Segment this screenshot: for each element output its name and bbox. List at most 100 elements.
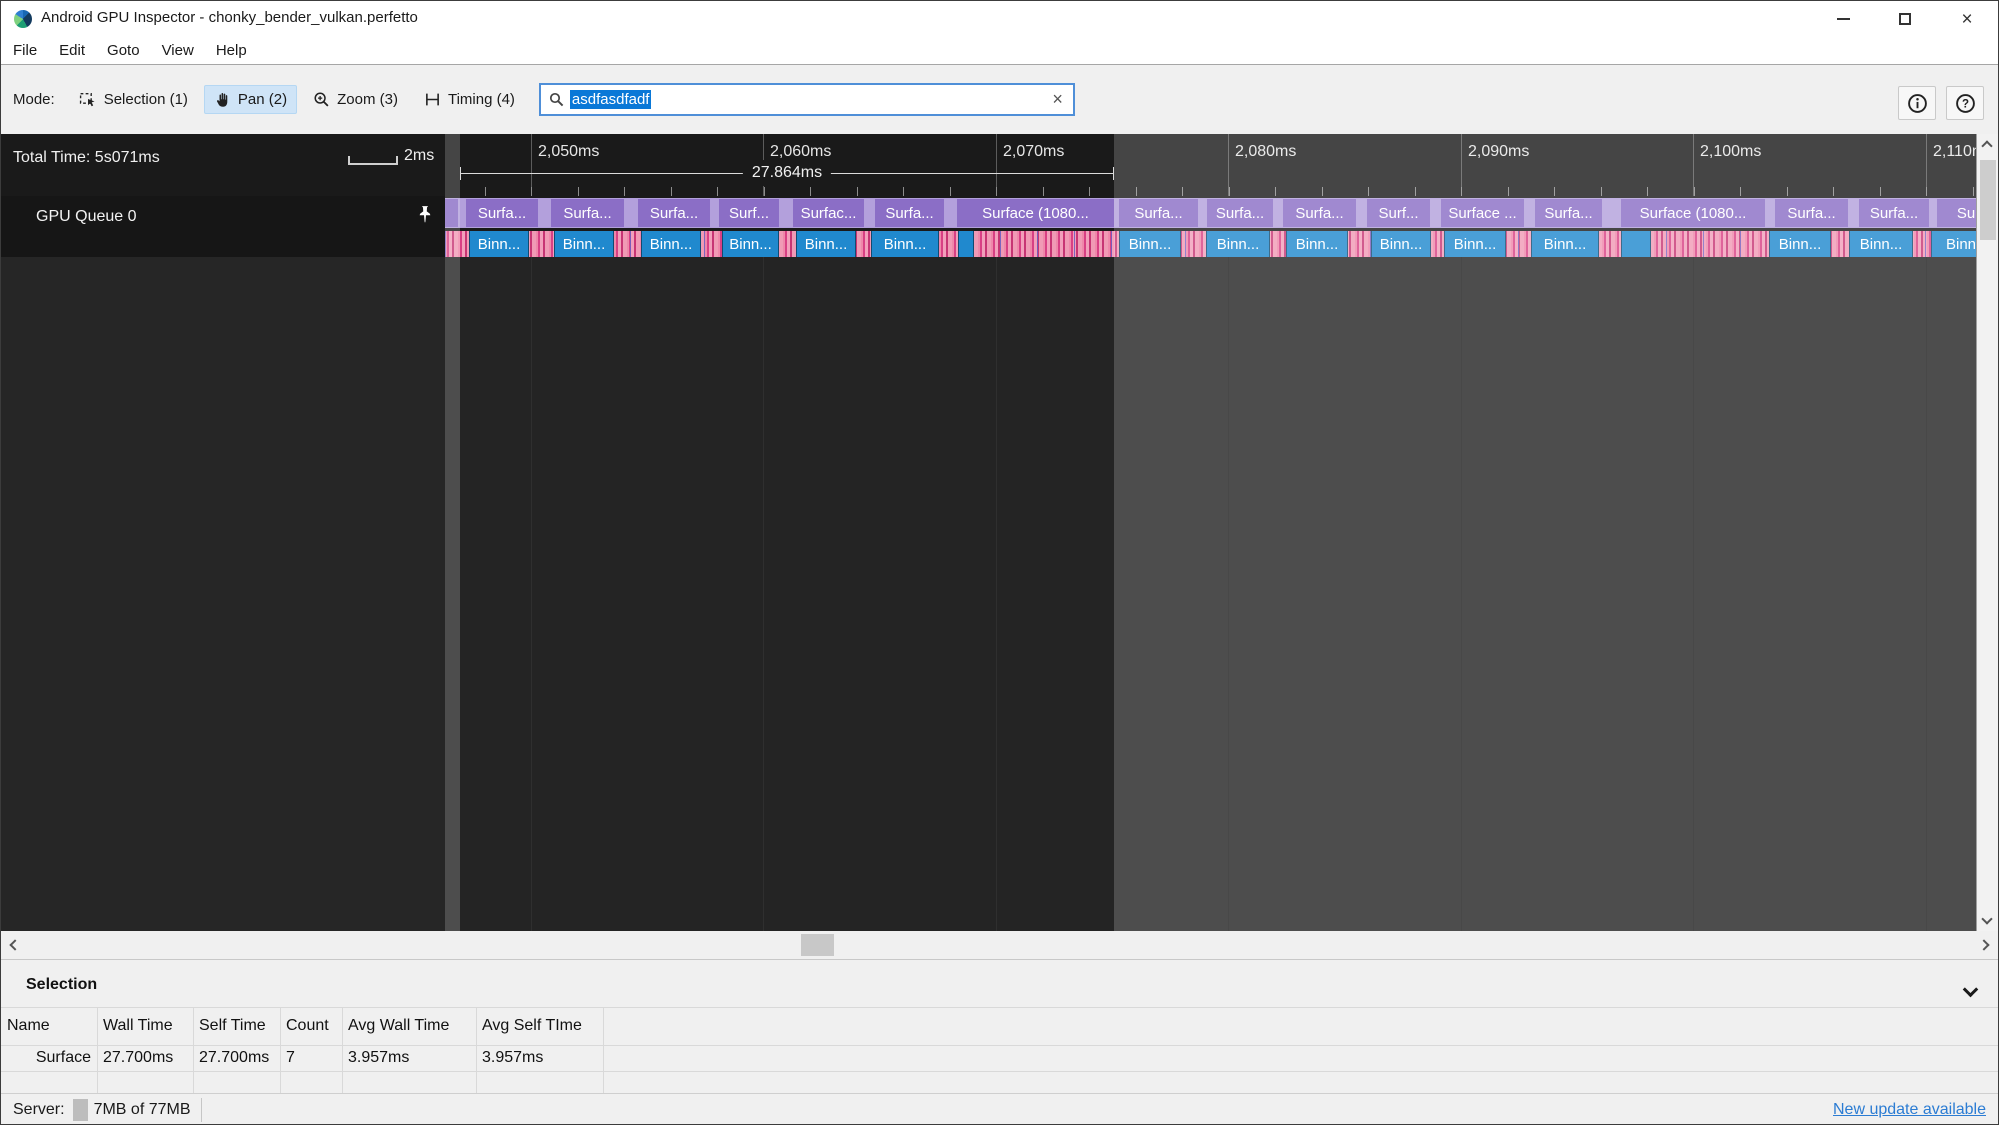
clear-search-icon[interactable]: ×: [1052, 89, 1063, 110]
collapse-panel-icon[interactable]: [1963, 982, 1979, 998]
menu-item-help[interactable]: Help: [216, 42, 247, 59]
scroll-up-icon[interactable]: [1981, 140, 1992, 151]
binning-slice[interactable]: Binn...: [1371, 231, 1431, 257]
binning-slice[interactable]: [1621, 231, 1651, 257]
surface-slice[interactable]: Surface ...: [1441, 199, 1524, 227]
binning-slice[interactable]: Binn...: [1531, 231, 1599, 257]
binning-slice[interactable]: Binn...: [1444, 231, 1506, 257]
surface-slice[interactable]: Surf...: [719, 199, 779, 227]
mode-button-zoom[interactable]: Zoom (3): [303, 85, 408, 114]
app-window: Android GPU Inspector - chonky_bender_vu…: [0, 0, 1999, 1125]
scroll-down-icon[interactable]: [1981, 913, 1992, 924]
surface-slice[interactable]: Surfa...: [638, 199, 710, 227]
table-cell: 27.700ms: [103, 1049, 173, 1067]
ruler-tick-label: 2,050ms: [538, 143, 599, 161]
content-gridline: [1228, 257, 1229, 931]
surface-slice[interactable]: Surfa...: [1207, 199, 1273, 227]
measurement-cap: [460, 167, 461, 180]
content-gridline: [1461, 257, 1462, 931]
surface-slice[interactable]: Surf...: [1367, 199, 1430, 227]
menu-item-goto[interactable]: Goto: [107, 42, 140, 59]
minimize-button[interactable]: [1812, 1, 1874, 37]
maximize-button[interactable]: [1874, 1, 1936, 37]
menu-item-file[interactable]: File: [13, 42, 37, 59]
column-header: Wall Time: [103, 1017, 173, 1035]
minor-tick: [1043, 187, 1044, 196]
surface-slice[interactable]: Surfac...: [793, 199, 864, 227]
binning-slice[interactable]: Binn...: [796, 231, 856, 257]
scroll-left-icon[interactable]: [9, 939, 20, 950]
close-button[interactable]: ×: [1936, 1, 1998, 37]
mode-button-selection[interactable]: Selection (1): [69, 85, 198, 115]
minor-tick: [1647, 187, 1648, 196]
binning-slice[interactable]: Binn...: [871, 231, 939, 257]
minor-tick: [1182, 187, 1183, 196]
timeline-canvas[interactable]: 2,050ms2,060ms2,070ms2,080ms2,090ms2,100…: [445, 134, 1998, 931]
zoom-icon: [313, 91, 330, 108]
minor-tick: [1926, 187, 1927, 196]
content-gridline: [763, 257, 764, 931]
binning-slice[interactable]: Binn...: [1206, 231, 1270, 257]
minor-tick: [1740, 187, 1741, 196]
horizontal-scrollbar-thumb[interactable]: [801, 934, 834, 956]
binning-slice[interactable]: Binn...: [554, 231, 614, 257]
content-gridline: [1693, 257, 1694, 931]
binning-slice[interactable]: Binn...: [1849, 231, 1913, 257]
surface-slice[interactable]: Surface (1080...: [957, 199, 1114, 227]
surface-slice[interactable]: Surface (1080...: [1621, 199, 1765, 227]
update-link[interactable]: New update available: [1833, 1101, 1986, 1119]
minor-tick: [764, 187, 765, 196]
horizontal-scrollbar[interactable]: [1, 931, 1998, 959]
surface-slice[interactable]: Surfa...: [1859, 199, 1929, 227]
binning-slice[interactable]: Binn...: [469, 231, 529, 257]
app-icon: [14, 10, 32, 28]
minor-tick: [671, 187, 672, 196]
minor-tick: [1461, 187, 1462, 196]
menu-item-edit[interactable]: Edit: [59, 42, 85, 59]
ruler[interactable]: 2,050ms2,060ms2,070ms2,080ms2,090ms2,100…: [445, 134, 1998, 196]
search-input[interactable]: asdfasdfadf: [570, 90, 652, 109]
minor-tick: [810, 187, 811, 196]
surface-band: Surfa... Surfa... Surfa... Surf... Surfac...…: [445, 198, 1998, 228]
search-box[interactable]: asdfasdfadf ×: [539, 83, 1075, 116]
surface-slice[interactable]: Surfa...: [1535, 199, 1602, 227]
surface-slice[interactable]: Surfa...: [466, 199, 538, 227]
selection-icon: [79, 91, 97, 109]
minor-tick: [950, 187, 951, 196]
minimize-icon: [1837, 18, 1850, 20]
column-separator: [280, 1008, 281, 1093]
selection-table: NameWall TimeSelf TimeCountAvg Wall Time…: [1, 1007, 1998, 1093]
binning-slice[interactable]: Binn...: [1286, 231, 1348, 257]
surface-slice[interactable]: [445, 199, 458, 227]
mode-button-pan[interactable]: Pan (2): [204, 85, 297, 114]
surface-slice[interactable]: Surfa...: [875, 199, 944, 227]
row-separator: [1, 1045, 1998, 1046]
column-separator: [193, 1008, 194, 1093]
table-cell: 3.957ms: [482, 1049, 543, 1067]
surface-slice[interactable]: Surfa...: [1283, 199, 1356, 227]
binning-slice[interactable]: Binn...: [722, 231, 779, 257]
column-header: Count: [286, 1017, 329, 1035]
vertical-scrollbar[interactable]: [1976, 134, 1998, 931]
binning-slice[interactable]: Binn...: [641, 231, 701, 257]
ruler-tick-label: 2,090ms: [1468, 143, 1529, 161]
track-header[interactable]: GPU Queue 0: [1, 196, 445, 257]
mode-button-timing[interactable]: Timing (4): [414, 85, 525, 114]
mode-buttons: Selection (1)Pan (2)Zoom (3)Timing (4): [69, 85, 525, 115]
svg-text:?: ?: [1961, 98, 1968, 110]
table-cell: 7: [286, 1049, 295, 1067]
mode-label: Mode:: [13, 91, 55, 108]
menu-item-view[interactable]: View: [162, 42, 194, 59]
pin-icon[interactable]: [416, 205, 434, 225]
surface-slice[interactable]: Surfa...: [1119, 199, 1198, 227]
binning-slice[interactable]: Binn...: [1119, 231, 1181, 257]
pan-icon: [214, 91, 231, 108]
help-button[interactable]: ?: [1946, 86, 1984, 120]
binning-slice[interactable]: [958, 231, 974, 257]
surface-slice[interactable]: Surfa...: [551, 199, 624, 227]
vertical-scrollbar-thumb[interactable]: [1980, 160, 1996, 240]
scroll-right-icon[interactable]: [1978, 939, 1989, 950]
surface-slice[interactable]: Surfa...: [1775, 199, 1848, 227]
info-button[interactable]: [1898, 86, 1936, 120]
binning-slice[interactable]: Binn...: [1769, 231, 1831, 257]
